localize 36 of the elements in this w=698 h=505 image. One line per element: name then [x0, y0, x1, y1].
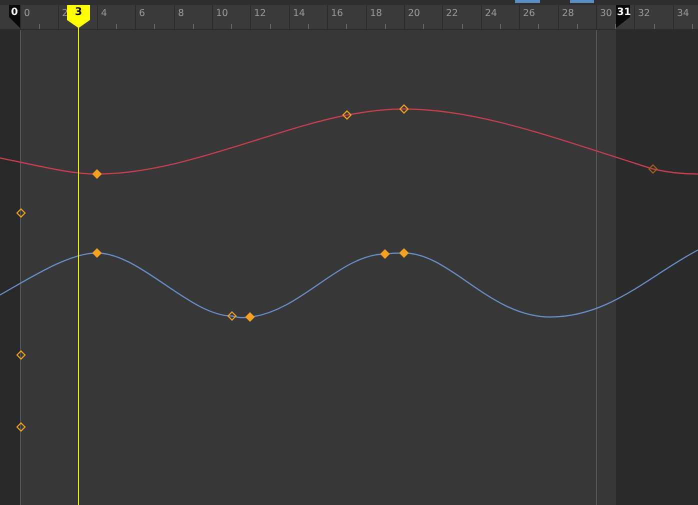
- scroll-handle[interactable]: [515, 0, 540, 3]
- frame-number: 20: [408, 8, 420, 19]
- scroll-handle[interactable]: [570, 0, 594, 3]
- frame-number: 6: [139, 8, 146, 19]
- frame-number: 28: [562, 8, 574, 19]
- keyframe[interactable]: [92, 248, 102, 258]
- frame-number: 22: [446, 8, 458, 19]
- frame-number: 26: [523, 8, 536, 19]
- frame-number: 12: [254, 8, 266, 19]
- keyframe[interactable]: [245, 312, 255, 322]
- range-start-marker[interactable]: 0: [9, 5, 20, 28]
- frame-number: 24: [485, 8, 498, 19]
- keyframe[interactable]: [92, 169, 102, 179]
- frame-number: 8: [178, 8, 184, 19]
- frame-number: 2: [62, 8, 68, 19]
- frame-number: 14: [293, 8, 306, 19]
- keyframe[interactable]: [16, 350, 26, 360]
- keyframe[interactable]: [399, 104, 409, 114]
- animation-curve[interactable]: [0, 249, 698, 318]
- playhead-marker[interactable]: 3: [67, 5, 90, 28]
- keyframe[interactable]: [399, 248, 409, 258]
- keyframe[interactable]: [16, 422, 26, 432]
- keyframe[interactable]: [342, 110, 352, 120]
- frame-number: 30: [600, 8, 612, 19]
- frame-number: 10: [216, 8, 228, 19]
- keyframe[interactable]: [16, 208, 26, 218]
- frame-number: 18: [370, 8, 382, 19]
- frame-number: 0: [24, 8, 30, 19]
- keyframe[interactable]: [380, 249, 390, 259]
- keyframe[interactable]: [648, 164, 658, 174]
- frame-number: 32: [638, 8, 650, 19]
- frame-number: 16: [331, 8, 344, 19]
- frame-number: 4: [101, 8, 108, 19]
- frame-number: 34: [677, 8, 690, 19]
- keyframe[interactable]: [227, 311, 237, 321]
- range-end-marker[interactable]: 31: [616, 5, 631, 28]
